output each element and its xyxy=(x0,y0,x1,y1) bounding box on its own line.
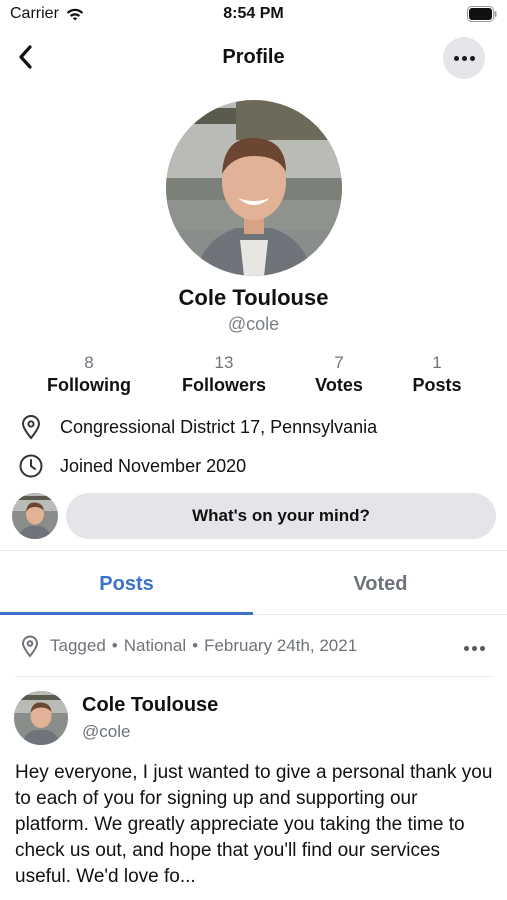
post-scope: National xyxy=(123,636,187,655)
post-author-name[interactable]: Cole Toulouse xyxy=(82,694,218,717)
stat-label: Votes xyxy=(315,375,363,395)
ellipsis-icon xyxy=(463,645,485,651)
stat-followers[interactable]: 13 Followers xyxy=(172,353,276,397)
separator-dot: • xyxy=(111,636,118,655)
post-tag: Tagged xyxy=(50,636,106,655)
post-body[interactable]: Hey everyone, I just wanted to give a pe… xyxy=(15,760,495,890)
profile-handle: @cole xyxy=(227,314,280,334)
joined-text: Joined November 2020 xyxy=(60,455,247,476)
stat-value: 8 xyxy=(84,353,94,372)
page-title: Profile xyxy=(222,46,285,68)
location-row: Congressional District 17, Pennsylvania xyxy=(18,414,377,440)
location-pin-icon xyxy=(21,635,39,658)
stat-posts[interactable]: 1 Posts xyxy=(404,353,470,397)
clock: 8:54 PM xyxy=(223,5,284,22)
stat-value: 13 xyxy=(214,353,234,372)
divider xyxy=(0,550,507,551)
stat-label: Following xyxy=(47,375,131,395)
compose-post-button[interactable]: What's on your mind? xyxy=(66,493,496,539)
post-author-handle: @cole xyxy=(82,722,131,741)
composer-avatar xyxy=(12,493,58,539)
stat-following[interactable]: 8 Following xyxy=(40,353,138,397)
ellipsis-icon xyxy=(453,55,475,61)
divider xyxy=(15,676,493,677)
profile-screen: Carrier 8:54 PM Profile Cole Toulouse @c… xyxy=(0,0,507,900)
profile-avatar[interactable] xyxy=(166,100,342,276)
avatar-photo xyxy=(12,493,58,539)
stat-votes[interactable]: 7 Votes xyxy=(304,353,374,397)
stat-label: Posts xyxy=(412,375,462,395)
more-options-button[interactable] xyxy=(443,37,485,79)
joined-row: Joined November 2020 xyxy=(18,453,246,479)
navigation-bar: Profile xyxy=(0,30,507,86)
battery-icon xyxy=(467,6,497,22)
avatar-photo xyxy=(14,691,68,745)
clock-icon xyxy=(19,454,43,478)
stat-label: Followers xyxy=(181,375,266,395)
post-author-avatar[interactable] xyxy=(14,691,68,745)
avatar-photo xyxy=(166,100,342,276)
stat-value: 7 xyxy=(334,353,344,372)
separator-dot: • xyxy=(192,636,199,655)
location-pin-icon xyxy=(21,415,41,440)
post-meta: Tagged • National • February 24th, 2021 xyxy=(18,634,357,658)
tab-posts[interactable]: Posts xyxy=(0,554,253,614)
active-tab-indicator xyxy=(0,612,253,615)
post-more-button[interactable] xyxy=(459,638,489,658)
tab-voted[interactable]: Voted xyxy=(254,554,507,614)
stat-value: 1 xyxy=(432,353,442,372)
status-bar: Carrier 8:54 PM xyxy=(0,0,507,30)
profile-name: Cole Toulouse xyxy=(178,285,329,310)
post-date: February 24th, 2021 xyxy=(204,636,358,655)
location-text: Congressional District 17, Pennsylvania xyxy=(60,416,378,437)
